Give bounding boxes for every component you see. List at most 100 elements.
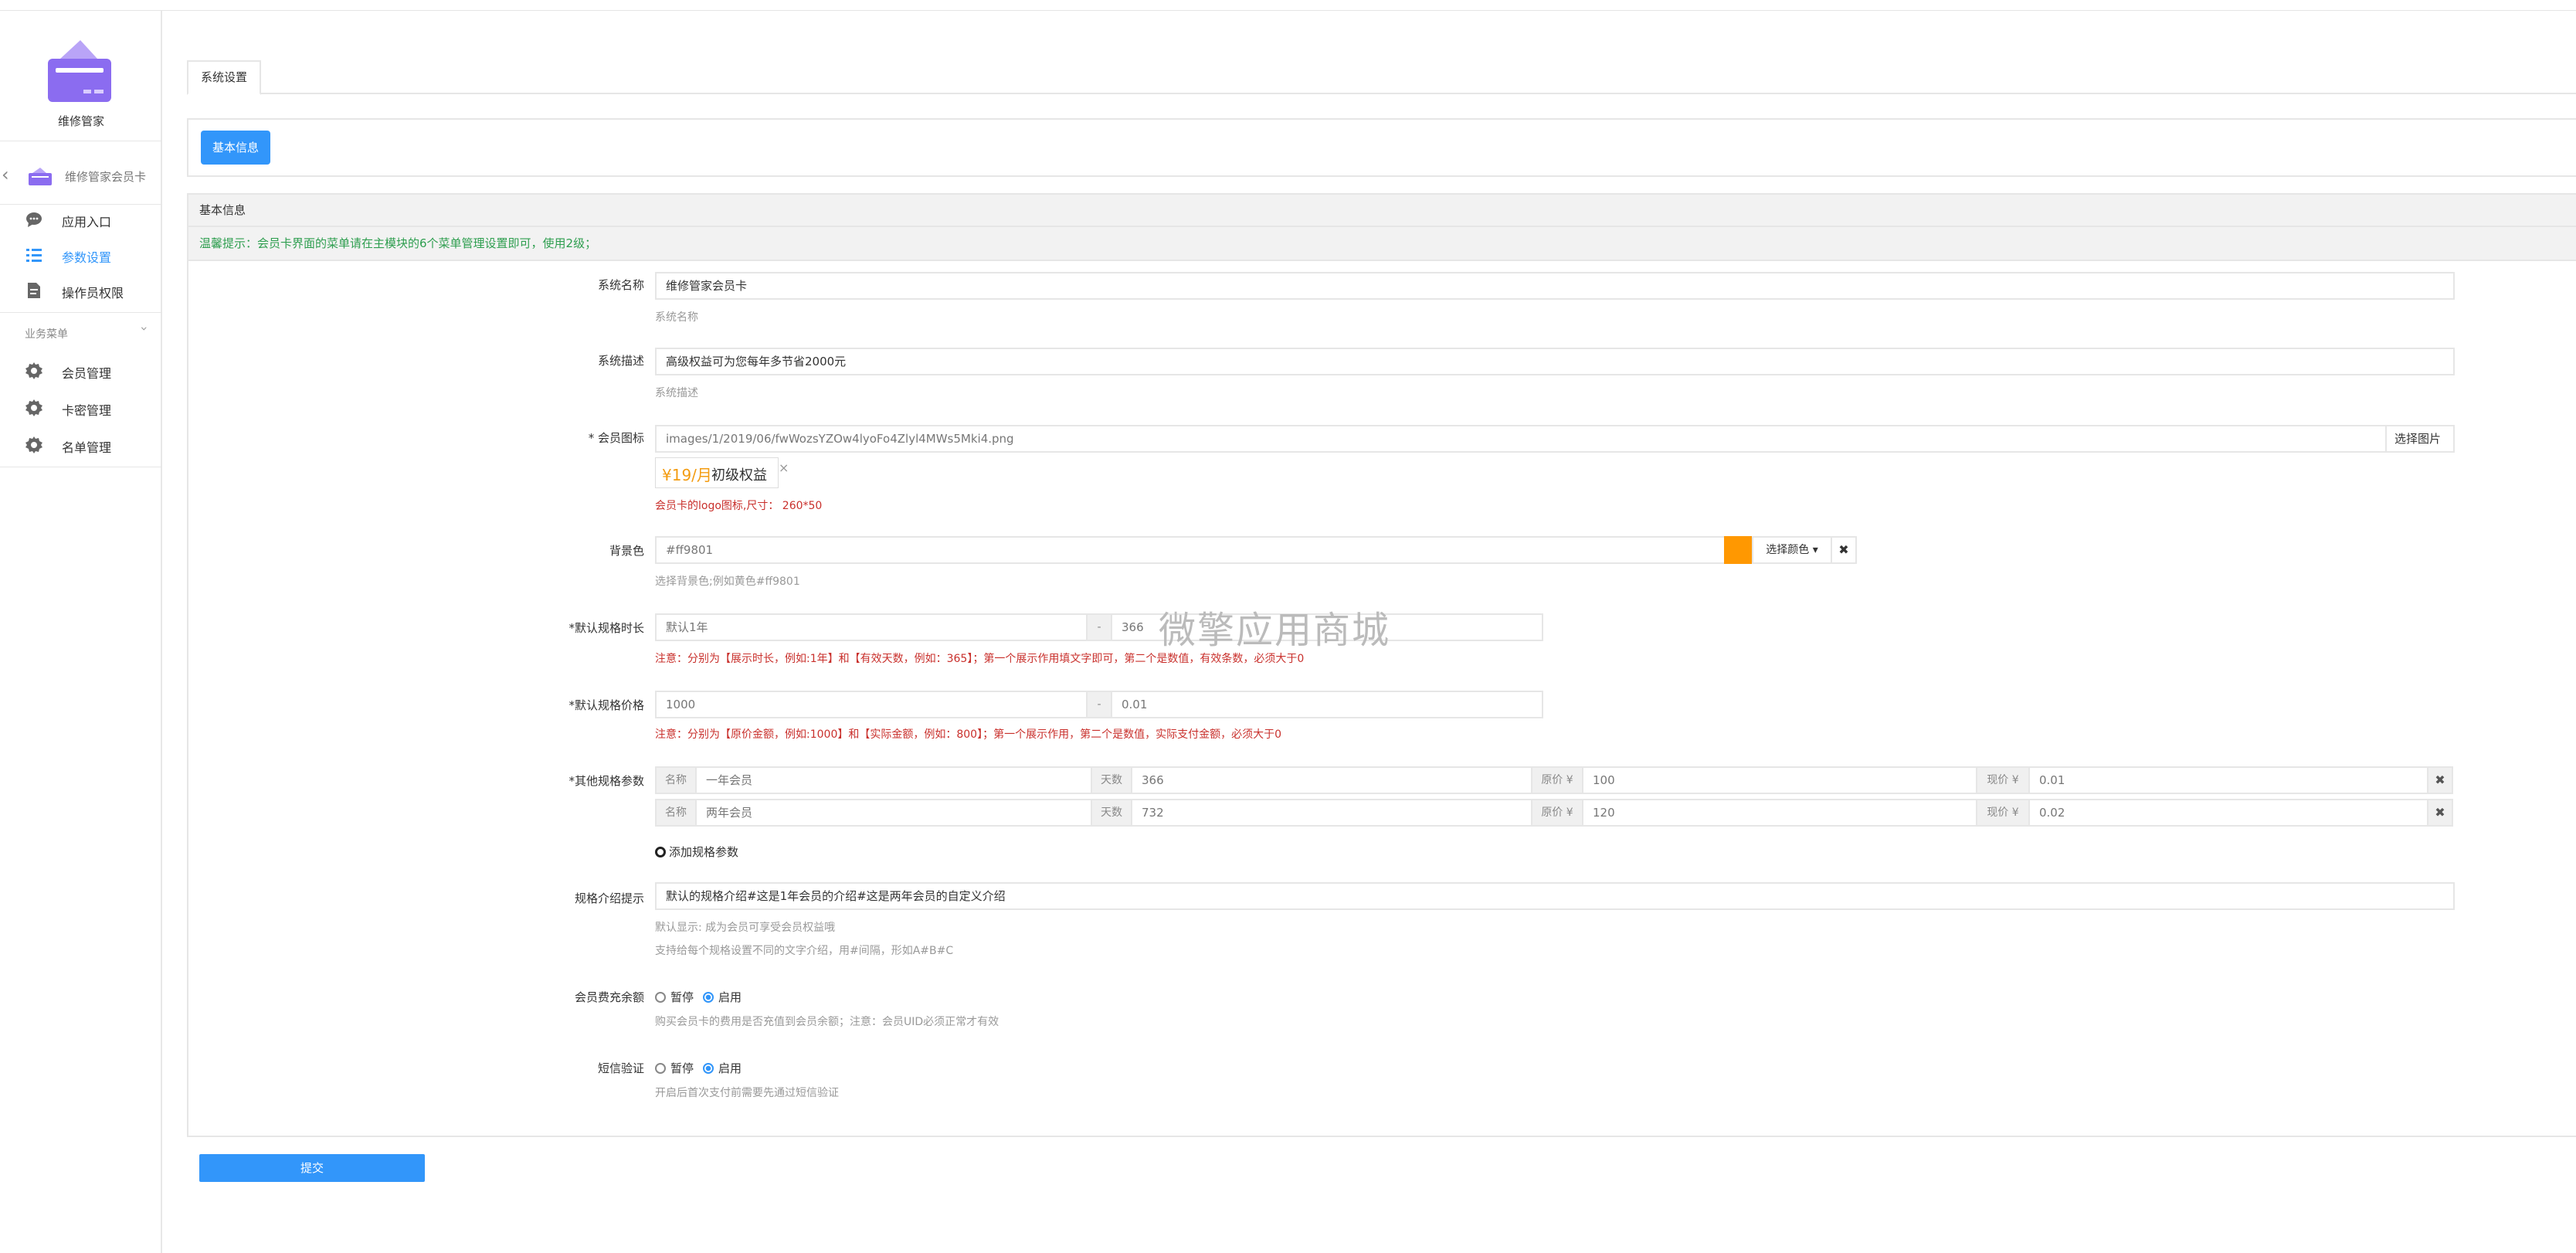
document-icon <box>28 283 40 298</box>
remove-image-close-icon[interactable]: × <box>779 460 789 475</box>
radio-label: 启用 <box>718 1061 742 1075</box>
member-icon-preview: ¥19/月 初级权益 <box>655 457 779 488</box>
spec-intro-help-2: 支持给每个规格设置不同的文字介绍，用#间隔，形如A#B#C <box>655 945 954 957</box>
sidebar-item-operator-permissions[interactable]: 操作员权限 <box>0 273 162 307</box>
member-icon-help: 会员卡的logo图标,尺寸： 260*50 <box>655 500 823 512</box>
default-duration-label: *默认规格时长 <box>568 621 644 635</box>
radio-label: 暂停 <box>670 990 694 1004</box>
system-desc-label: 系统描述 <box>597 354 644 368</box>
sidebar-group-title: 业务菜单 <box>25 328 68 341</box>
sidebar-item-label: 参数设置 <box>62 250 112 265</box>
chevron-down-icon[interactable]: › <box>137 326 152 331</box>
add-spec-button[interactable]: 添加规格参数 <box>655 844 738 860</box>
back-label: 维修管家会员卡 <box>65 170 147 184</box>
system-name-help: 系统名称 <box>655 311 698 324</box>
gear-icon <box>25 399 42 416</box>
sidebar: 维修管家 ‹ 维修管家会员卡 应用入口 参数设置 操作员权限 业务菜单 › 会员… <box>0 11 162 1253</box>
spec-original-input[interactable]: 100 <box>1582 766 1977 794</box>
spec-original-input[interactable]: 120 <box>1582 799 1977 827</box>
separator-addon: - <box>1086 691 1112 718</box>
recharge-balance-help: 购买会员卡的费用是否充值到会员余额；注意：会员UID必须正常才有效 <box>655 1016 1000 1028</box>
remove-spec-button[interactable]: ✖ <box>2427 799 2453 827</box>
sidebar-item-label: 会员管理 <box>62 366 112 381</box>
sidebar-item-list-management[interactable]: 名单管理 <box>0 428 162 462</box>
preview-text: 初级权益 <box>711 467 767 484</box>
sidebar-item-member-management[interactable]: 会员管理 <box>0 354 162 388</box>
app-name: 维修管家 <box>57 114 104 128</box>
spec-days-addon: 天数 <box>1091 766 1132 794</box>
basic-info-button[interactable]: 基本信息 <box>201 131 270 165</box>
add-spec-label: 添加规格参数 <box>669 845 739 859</box>
system-desc-input[interactable]: 高级权益可为您每年多节省2000元 <box>655 348 2455 375</box>
recharge-balance-label: 会员费充余额 <box>574 990 644 1004</box>
bg-color-help: 选择背景色;例如黄色#ff9801 <box>655 576 800 588</box>
member-icon-label: * 会员图标 <box>588 431 644 445</box>
sms-off-radio[interactable]: 暂停 <box>655 1060 694 1076</box>
tab-bar: 系统设置 <box>187 60 2576 95</box>
radio-icon <box>655 992 666 1003</box>
sidebar-item-params[interactable]: 参数设置 <box>0 238 162 272</box>
system-name-label: 系统名称 <box>597 278 644 292</box>
top-bar <box>0 0 2576 11</box>
sms-on-radio[interactable]: 启用 <box>703 1060 742 1076</box>
spec-intro-input[interactable]: 默认的规格介绍#这是1年会员的介绍#这是两年会员的自定义介绍 <box>655 882 2455 910</box>
add-circle-icon <box>655 847 666 857</box>
bg-color-input[interactable]: #ff9801 <box>655 536 1726 564</box>
spec-name-input[interactable]: 两年会员 <box>695 799 1092 827</box>
clear-color-button[interactable]: ✖ <box>1831 536 1857 564</box>
sidebar-item-app-entry[interactable]: 应用入口 <box>0 202 162 236</box>
bg-color-label: 背景色 <box>609 544 644 558</box>
other-specs-label: *其他规格参数 <box>568 774 644 788</box>
sidebar-item-label: 名单管理 <box>62 440 112 455</box>
submit-button[interactable]: 提交 <box>199 1154 425 1182</box>
spec-current-input[interactable]: 0.02 <box>2028 799 2428 827</box>
toolbar: 基本信息 <box>187 118 2576 177</box>
sms-verify-label: 短信验证 <box>597 1061 644 1075</box>
tab-system-settings[interactable]: 系统设置 <box>187 60 262 95</box>
spec-days-addon: 天数 <box>1091 799 1132 827</box>
choose-image-button[interactable]: 选择图片 <box>2385 425 2455 453</box>
panel-title: 基本信息 <box>188 195 2576 227</box>
recharge-on-radio[interactable]: 启用 <box>703 989 742 1005</box>
spec-name-input[interactable]: 一年会员 <box>695 766 1092 794</box>
system-name-input[interactable]: 维修管家会员卡 <box>655 272 2455 300</box>
default-price-label: *默认规格价格 <box>568 698 644 712</box>
duration-display-input[interactable]: 默认1年 <box>655 613 1088 641</box>
radio-icon <box>655 1063 666 1074</box>
notice-text: 温馨提示：会员卡界面的菜单请在主模块的6个菜单管理设置即可，使用2级； <box>188 227 2576 261</box>
chevron-left-icon: ‹ <box>2 164 9 185</box>
sidebar-item-label: 应用入口 <box>62 215 112 229</box>
actual-price-input[interactable]: 0.01 <box>1111 691 1543 718</box>
gear-icon <box>25 362 42 379</box>
remove-spec-button[interactable]: ✖ <box>2427 766 2453 794</box>
back-to-app-link[interactable]: ‹ 维修管家会员卡 <box>0 147 162 205</box>
original-price-input[interactable]: 1000 <box>655 691 1088 718</box>
radio-label: 暂停 <box>670 1061 694 1075</box>
spec-original-addon: 原价 ¥ <box>1531 766 1583 794</box>
watermark: 微擎应用商城 <box>1159 609 1391 652</box>
sidebar-item-label: 卡密管理 <box>62 403 112 418</box>
radio-label: 启用 <box>718 990 742 1004</box>
radio-selected-icon <box>703 1063 714 1074</box>
spec-current-input[interactable]: 0.01 <box>2028 766 2428 794</box>
spec-current-addon: 现价 ¥ <box>1976 766 2030 794</box>
spec-intro-label: 规格介绍提示 <box>574 891 644 905</box>
sms-verify-help: 开启后首次支付前需要先通过短信验证 <box>655 1087 839 1099</box>
chat-icon <box>26 212 42 227</box>
recharge-off-radio[interactable]: 暂停 <box>655 989 694 1005</box>
sidebar-item-label: 操作员权限 <box>62 286 124 301</box>
spec-days-input[interactable]: 366 <box>1131 766 1532 794</box>
color-swatch[interactable] <box>1724 536 1752 564</box>
divider <box>0 312 162 313</box>
gear-icon <box>25 436 42 453</box>
spec-current-addon: 现价 ¥ <box>1976 799 2030 827</box>
default-price-help: 注意：分别为【原价金额，例如:1000】和【实际金额，例如：800】；第一个展示… <box>655 728 1281 741</box>
spec-days-input[interactable]: 732 <box>1131 799 1532 827</box>
sidebar-item-card-code-management[interactable]: 卡密管理 <box>0 391 162 425</box>
system-desc-help: 系统描述 <box>655 387 698 399</box>
choose-color-button[interactable]: 选择颜色 ▾ <box>1752 536 1832 564</box>
spec-name-addon: 名称 <box>655 799 697 827</box>
spec-original-addon: 原价 ¥ <box>1531 799 1583 827</box>
preview-price: ¥19/月 <box>662 466 712 484</box>
member-icon-path-input[interactable]: images/1/2019/06/fwWozsYZOw4lyoFo4Zlyl4M… <box>655 425 2387 453</box>
